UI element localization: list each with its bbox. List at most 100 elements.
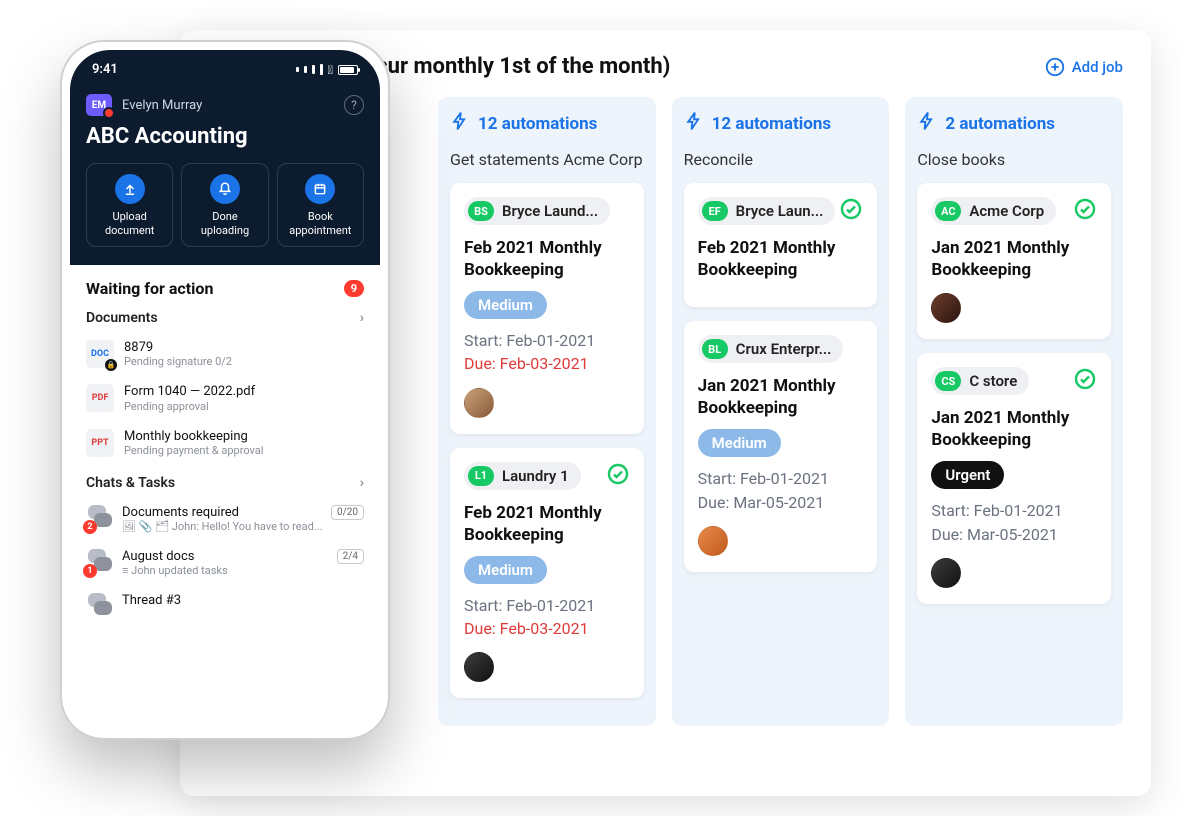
client-initials: L1 xyxy=(468,466,494,486)
client-chip[interactable]: CS C store xyxy=(931,367,1029,395)
column-title: Get statements Acme Corp xyxy=(450,150,644,169)
client-name: Bryce Laund... xyxy=(502,202,598,220)
help-icon[interactable]: ? xyxy=(344,95,364,115)
waiting-count-badge: 9 xyxy=(344,280,364,297)
document-status: Pending payment & approval xyxy=(124,444,364,457)
documents-section-header[interactable]: Documents › xyxy=(86,310,364,326)
column-title: Reconcile xyxy=(684,150,878,169)
bell-icon xyxy=(210,174,240,204)
chat-bubble-icon: 2 xyxy=(86,505,112,531)
waiting-label: Waiting for action xyxy=(86,279,213,298)
automations-link[interactable]: 2 automations xyxy=(917,111,1111,136)
automations-count: 2 automations xyxy=(945,114,1055,134)
chat-bubble-icon xyxy=(86,593,112,619)
user-name: Evelyn Murray xyxy=(122,98,202,113)
wifi-icon: 􀙇 xyxy=(328,63,333,77)
chat-item[interactable]: 1 August docs 2/4 ≡ John updated tasks xyxy=(86,541,364,585)
assignee-avatar xyxy=(931,293,961,323)
book-appointment-button[interactable]: Book appointment xyxy=(277,163,364,247)
bolt-icon xyxy=(450,111,470,136)
automations-count: 12 automations xyxy=(478,114,597,134)
org-title: ABC Accounting xyxy=(86,124,364,149)
document-item[interactable]: DOC🔒 8879 Pending signature 0/2 xyxy=(86,332,364,377)
assignee-avatar xyxy=(931,558,961,588)
documents-label: Documents xyxy=(86,310,158,326)
priority-pill: Medium xyxy=(464,291,547,319)
client-name: C store xyxy=(969,372,1017,390)
due-date: Due: Mar-05-2021 xyxy=(698,491,864,514)
status-time: 9:41 xyxy=(92,62,118,77)
chats-label: Chats & Tasks xyxy=(86,475,175,491)
document-status: Pending approval xyxy=(124,400,364,413)
priority-pill: Medium xyxy=(464,556,547,584)
automations-link[interactable]: 12 automations xyxy=(450,111,644,136)
chat-bubble-icon: 1 xyxy=(86,549,112,575)
document-item[interactable]: PPT Monthly bookkeeping Pending payment … xyxy=(86,421,364,466)
card-meta: Start: Feb-01-2021 Due: Feb-03-2021 xyxy=(464,594,630,640)
start-date: Start: Feb-01-2021 xyxy=(931,499,1097,522)
check-circle-icon xyxy=(606,462,630,490)
column-title: Close books xyxy=(917,150,1111,169)
chevron-right-icon: › xyxy=(360,475,364,491)
assignee-avatar xyxy=(464,652,494,682)
check-circle-icon xyxy=(1073,367,1097,395)
ppt-file-icon: PPT xyxy=(86,429,114,457)
card-header: EF Bryce Laun... xyxy=(698,197,864,225)
card-header: BL Crux Enterpr... xyxy=(698,335,864,363)
quick-actions: Upload document Done uploading Book appo… xyxy=(86,163,364,247)
chat-title: Thread #3 xyxy=(122,593,181,608)
waiting-for-action-row[interactable]: Waiting for action 9 xyxy=(86,279,364,298)
phone-header: EM Evelyn Murray ? ABC Accounting Upload… xyxy=(70,50,380,265)
done-uploading-button[interactable]: Done uploading xyxy=(181,163,268,247)
client-name: Laundry 1 xyxy=(502,467,569,485)
client-initials: BL xyxy=(702,339,728,359)
client-chip[interactable]: BL Crux Enterpr... xyxy=(698,335,844,363)
upload-document-button[interactable]: Upload document xyxy=(86,163,173,247)
client-chip[interactable]: AC Acme Corp xyxy=(931,197,1056,225)
chat-title: Documents required xyxy=(122,505,239,520)
automations-link[interactable]: 12 automations xyxy=(684,111,878,136)
check-circle-icon xyxy=(839,197,863,225)
kanban-card[interactable]: BL Crux Enterpr... Jan 2021 Monthly Book… xyxy=(684,321,878,572)
bolt-icon xyxy=(684,111,704,136)
client-chip[interactable]: BS Bryce Laund... xyxy=(464,197,610,225)
unread-badge: 1 xyxy=(83,564,97,578)
due-date: Due: Mar-05-2021 xyxy=(931,523,1097,546)
chats-section-header[interactable]: Chats & Tasks › xyxy=(86,475,364,491)
chat-count: 2/4 xyxy=(337,549,364,564)
kanban-card[interactable]: L1 Laundry 1 Feb 2021 Monthly Bookkeepin… xyxy=(450,448,644,699)
chat-preview: ≡ John updated tasks xyxy=(122,564,364,577)
card-header: BS Bryce Laund... xyxy=(464,197,630,225)
card-title: Feb 2021 Monthly Bookkeeping xyxy=(698,237,864,281)
kanban-card[interactable]: EF Bryce Laun... Feb 2021 Monthly Bookke… xyxy=(684,183,878,307)
assignee-avatar xyxy=(698,526,728,556)
chat-title: August docs xyxy=(122,549,195,564)
kanban-card[interactable]: BS Bryce Laund... Feb 2021 Monthly Bookk… xyxy=(450,183,644,434)
start-date: Start: Feb-01-2021 xyxy=(698,467,864,490)
client-name: Crux Enterpr... xyxy=(736,340,832,358)
add-job-button[interactable]: Add job xyxy=(1044,56,1123,78)
kanban-card[interactable]: AC Acme Corp Jan 2021 Monthly Bookkeepin… xyxy=(917,183,1111,339)
due-date: Due: Feb-03-2021 xyxy=(464,617,630,640)
client-initials: BS xyxy=(468,201,494,221)
phone-screen: 9:41 􀙇 EM Evelyn Murray ? ABC Accounting… xyxy=(70,50,380,730)
kanban-card[interactable]: CS C store Jan 2021 Monthly Bookkeeping … xyxy=(917,353,1111,604)
card-title: Jan 2021 Monthly Bookkeeping xyxy=(931,407,1097,451)
check-circle-icon xyxy=(1073,197,1097,225)
chat-item[interactable]: Thread #3 xyxy=(86,585,364,627)
card-title: Jan 2021 Monthly Bookkeeping xyxy=(698,375,864,419)
priority-pill: Urgent xyxy=(931,461,1004,489)
user-row[interactable]: EM Evelyn Murray ? xyxy=(86,94,364,116)
chats-list: 2 Documents required 0/20 🖼 📎 🗂 John: He… xyxy=(86,497,364,627)
card-header: CS C store xyxy=(931,367,1097,395)
client-chip[interactable]: L1 Laundry 1 xyxy=(464,462,581,490)
start-date: Start: Feb-01-2021 xyxy=(464,329,630,352)
document-title: 8879 xyxy=(124,340,364,356)
priority-pill: Medium xyxy=(698,429,781,457)
client-initials: CS xyxy=(935,371,961,391)
bolt-icon xyxy=(917,111,937,136)
doc-file-icon: DOC🔒 xyxy=(86,340,114,368)
document-item[interactable]: PDF Form 1040 — 2022.pdf Pending approva… xyxy=(86,376,364,421)
client-chip[interactable]: EF Bryce Laun... xyxy=(698,197,836,225)
chat-item[interactable]: 2 Documents required 0/20 🖼 📎 🗂 John: He… xyxy=(86,497,364,541)
